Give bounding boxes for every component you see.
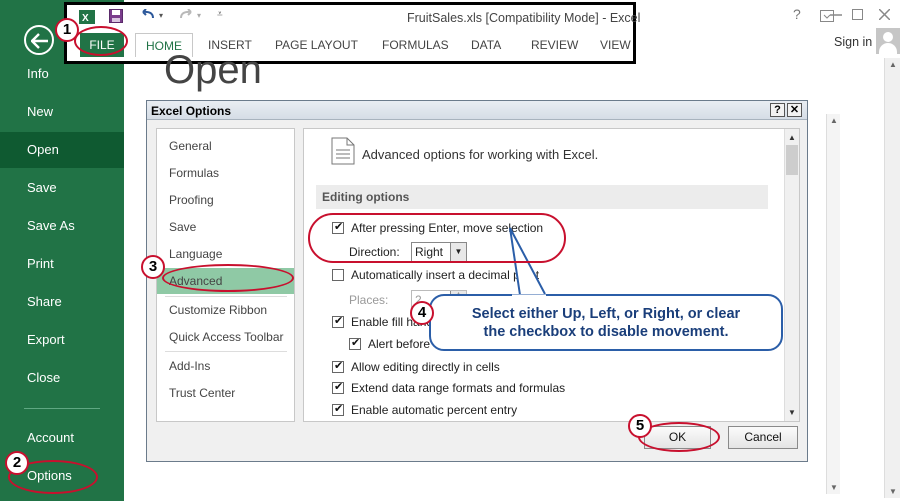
step-badge-5: 5 bbox=[628, 414, 652, 438]
callout-text: Select either Up, Left, or Right, or cle… bbox=[434, 305, 778, 341]
highlight-file-tab bbox=[74, 26, 128, 56]
callout-line-1: Select either Up, Left, or Right, or cle… bbox=[471, 306, 741, 322]
highlight-move-selection bbox=[308, 213, 566, 263]
highlight-advanced bbox=[162, 264, 294, 292]
step-badge-2: 2 bbox=[5, 451, 29, 475]
step-badge-3: 3 bbox=[141, 255, 165, 279]
callout-line-2: the checkbox to disable movement. bbox=[483, 324, 729, 340]
step-badge-1: 1 bbox=[55, 18, 79, 42]
step-badge-4: 4 bbox=[410, 301, 434, 325]
